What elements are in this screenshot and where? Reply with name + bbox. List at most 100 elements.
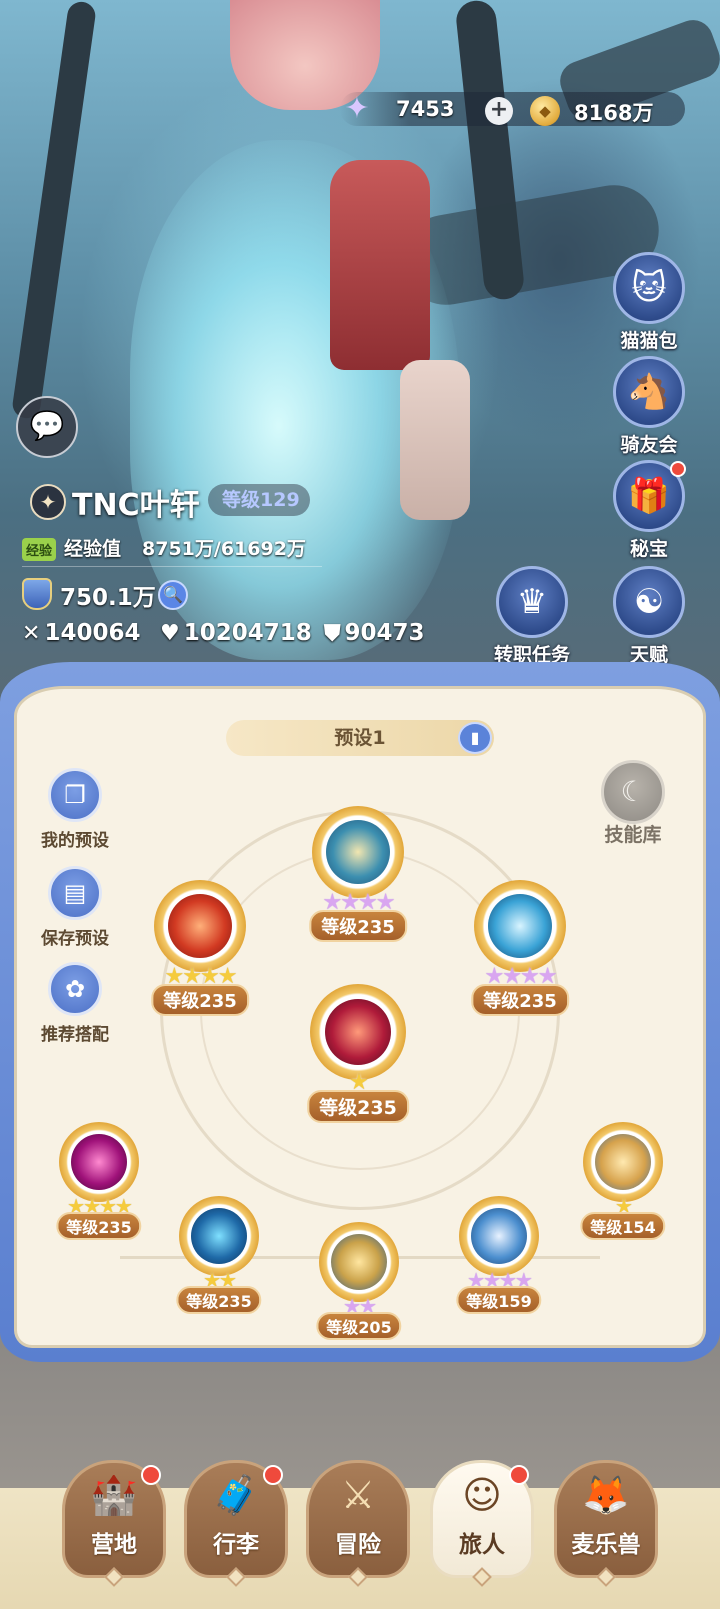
nav-pet[interactable]: 🦊 麦乐兽 — [554, 1460, 658, 1587]
crimson-spear-skill-icon — [325, 999, 391, 1065]
cat-bag-icon: 🐱 — [613, 252, 685, 324]
recommend-icon: ✿ — [48, 962, 102, 1016]
fire-claw-skill-icon — [168, 894, 232, 958]
skill-slot[interactable]: ★★★★ 等级235 — [150, 880, 250, 1016]
stamina-value: 7453 — [396, 97, 455, 121]
skill-level-tag: 等级235 — [309, 910, 407, 942]
golden-fortress-skill-icon — [331, 1234, 387, 1290]
nav-traveler[interactable]: ☺ 旅人 — [430, 1460, 534, 1587]
combat-power-value: 750.1万 — [60, 585, 156, 611]
recommended-build-button[interactable]: ✿ 推荐搭配 — [30, 962, 120, 1045]
nav-adventure[interactable]: ⚔ 冒险 — [306, 1460, 410, 1587]
skill-level-tag: 等级154 — [580, 1212, 666, 1240]
nav-label: 冒险 — [335, 1532, 381, 1558]
option-label: 我的预设 — [41, 831, 109, 851]
skill-level-tag: 等级235 — [307, 1090, 409, 1123]
divider — [22, 566, 322, 567]
preset-book-button[interactable]: ▮ — [458, 722, 492, 754]
blade-rush-skill-icon — [471, 1208, 527, 1264]
combat-power-shield-icon — [22, 578, 52, 610]
wind-dash-skill-icon — [488, 894, 552, 958]
holy-seal-skill-icon — [326, 820, 390, 884]
class-emblem-icon: ✦ — [30, 484, 66, 520]
crossed-swords-icon: ⚔ — [340, 1473, 376, 1517]
nav-label: 营地 — [91, 1532, 137, 1558]
skill-slot[interactable]: ★★ 等级235 — [172, 1196, 266, 1314]
skill-slot[interactable]: ★ 等级235 — [306, 984, 410, 1123]
coin-icon: ◆ — [530, 96, 560, 126]
side-button-riders-club[interactable]: 🐴 骑友会 — [606, 356, 692, 457]
exp-label: 经验值 — [64, 538, 122, 560]
hero-character-leg — [400, 360, 470, 520]
notification-badge — [263, 1465, 283, 1485]
side-button-job-change-quest[interactable]: ♛ 转职任务 — [484, 566, 580, 667]
player-level: 等级129 — [208, 484, 310, 516]
pet-fox-icon: 🦊 — [582, 1473, 630, 1517]
preset-title[interactable]: 预设1 — [226, 720, 494, 756]
exp-tag: 经验 — [22, 538, 57, 561]
horse-icon: 🐴 — [613, 356, 685, 428]
skill-slot[interactable]: ★★★★ 等级235 — [470, 880, 570, 1016]
gold-value: 8168万 — [574, 101, 654, 125]
talent-head-icon: ☯ — [613, 566, 685, 638]
skill-slot[interactable]: ★ 等级154 — [576, 1122, 670, 1240]
skill-level-tag: 等级235 — [176, 1286, 262, 1314]
skill-slot[interactable]: ★★★★ 等级159 — [452, 1196, 546, 1314]
side-button-label: 猫猫包 — [620, 330, 678, 352]
shield-icon: ⛊ — [324, 621, 341, 646]
side-button-label: 秘宝 — [629, 538, 668, 560]
book-icon: ▮ — [470, 728, 480, 747]
dark-flame-skill-icon — [71, 1134, 127, 1190]
star-icon: ✦ — [344, 91, 370, 126]
skill-slot[interactable]: ★★★★ 等级235 — [308, 806, 408, 942]
side-button-label: 骑友会 — [620, 434, 678, 456]
side-button-treasure[interactable]: 🎁 秘宝 — [606, 460, 692, 561]
skill-library-label: 技能库 — [604, 824, 662, 846]
chat-bubble-icon: 💬 — [29, 409, 65, 442]
save-icon: ▤ — [48, 866, 102, 920]
attack-stat: ✕ 140064 — [22, 620, 140, 646]
skill-slot[interactable]: ★★ 等级205 — [312, 1222, 406, 1340]
nav-label: 旅人 — [459, 1532, 505, 1558]
hero-character-body — [330, 160, 430, 370]
defense-stat: ⛊ 90473 — [324, 620, 425, 646]
defense-value: 90473 — [344, 620, 425, 646]
skill-slot[interactable]: ★★★★ 等级235 — [52, 1122, 146, 1240]
nav-luggage[interactable]: 🧳 行李 — [184, 1460, 288, 1587]
crossed-swords-icon: ✕ — [22, 621, 41, 646]
skill-library-icon: ☾ — [601, 760, 665, 824]
add-currency-button[interactable]: + — [485, 97, 513, 125]
skill-library-button[interactable]: ☾ 技能库 — [588, 760, 678, 847]
notification-badge — [509, 1465, 529, 1485]
skill-level-tag: 等级235 — [471, 984, 569, 1016]
nav-label: 行李 — [213, 1532, 259, 1558]
shadow-spirit-skill-icon — [191, 1208, 247, 1264]
skill-level-tag: 等级159 — [456, 1286, 542, 1314]
heart-icon: ♥ — [160, 621, 180, 646]
search-icon: 🔍 — [163, 585, 183, 604]
lion-roar-skill-icon — [595, 1134, 651, 1190]
nav-camp[interactable]: 🏰 营地 — [62, 1460, 166, 1587]
notification-badge — [141, 1465, 161, 1485]
hp-value: 10204718 — [183, 620, 312, 646]
chat-button[interactable]: 💬 — [16, 396, 78, 458]
notification-badge — [670, 461, 686, 477]
my-preset-button[interactable]: ❐ 我的预设 — [30, 768, 120, 851]
option-label: 保存预设 — [41, 929, 109, 949]
job-change-icon: ♛ — [496, 566, 568, 638]
option-label: 推荐搭配 — [41, 1025, 109, 1045]
nav-label: 麦乐兽 — [571, 1532, 641, 1558]
hp-stat: ♥ 10204718 — [160, 620, 312, 646]
treasure-icon: 🎁 — [613, 460, 686, 532]
skill-level-tag: 等级235 — [151, 984, 249, 1016]
side-button-talent[interactable]: ☯ 天赋 — [606, 566, 692, 667]
skill-level-tag: 等级205 — [316, 1312, 402, 1340]
my-preset-icon: ❐ — [48, 768, 102, 822]
power-detail-search-button[interactable]: 🔍 — [158, 580, 188, 610]
player-name: TNC叶轩 — [72, 488, 200, 523]
side-button-cat-bag[interactable]: 🐱 猫猫包 — [606, 252, 692, 353]
skill-level-tag: 等级235 — [56, 1212, 142, 1240]
save-preset-button[interactable]: ▤ 保存预设 — [30, 866, 120, 949]
attack-value: 140064 — [44, 620, 141, 646]
exp-value: 8751万/61692万 — [142, 538, 306, 560]
